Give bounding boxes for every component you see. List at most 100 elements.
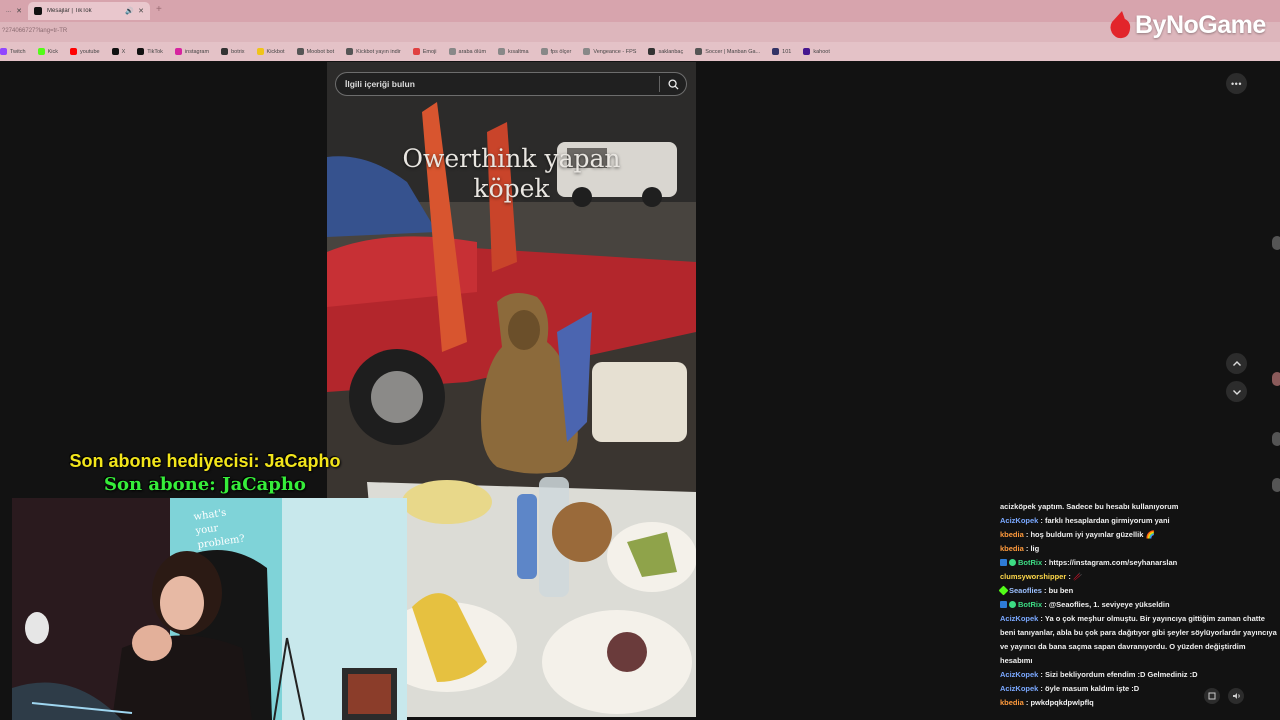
chat-message: AcizKopek : Sizi bekliyordum efendim :D …: [1000, 670, 1198, 679]
address-bar[interactable]: ?274066727?lang=tr-TR: [0, 22, 1280, 42]
chat-text: farklı hesaplardan girmiyorum yani: [1045, 516, 1170, 525]
bookmark-item[interactable]: fps ölçer: [540, 48, 571, 55]
caption-line-1: Owerthink yapan: [402, 144, 621, 173]
chat-username[interactable]: clumsyworshipper: [1000, 572, 1066, 581]
webcam-feed: what's your problem?: [12, 498, 407, 720]
last-gifter-text: Son abone hediyecisi: JaCapho: [69, 451, 341, 471]
last-subscriber-text: Son abone: JaCapho: [104, 474, 306, 495]
bookmark-item[interactable]: Moobot bot: [296, 48, 335, 55]
chat-text: bu ben: [1048, 586, 1074, 595]
speaker-icon[interactable]: 🔊: [125, 7, 134, 15]
previous-video-button[interactable]: [1226, 353, 1247, 374]
pip-button[interactable]: [1204, 688, 1220, 704]
bookmark-item[interactable]: Twitch: [0, 48, 26, 55]
volume-button[interactable]: [1228, 688, 1244, 704]
chat-text: Sizi bekliyordum efendim :D Gelmediniz :…: [1045, 670, 1198, 679]
edge-avatar[interactable]: [1272, 478, 1280, 492]
bookmark-item[interactable]: Soccer | Manban Ga...: [695, 48, 760, 55]
chat-message: kbedia : hoş buldum iyi yayınlar güzelli…: [1000, 530, 1155, 539]
browser-tab-previous[interactable]: ... ✕: [0, 2, 28, 20]
bookmark-item[interactable]: X: [111, 48, 125, 55]
edge-avatar[interactable]: [1272, 372, 1280, 386]
bookmarks-bar: Twitch Kick youtube X TikTok instagram botrix K…: [0, 42, 1280, 61]
bookmark-favicon-icon: [221, 48, 229, 55]
chat-panel: acizköpek yaptım. Sadece bu hesabı kulla…: [998, 500, 1280, 720]
close-icon[interactable]: ✕: [16, 7, 22, 15]
chat-message: AcizKopek : farklı hesaplardan girmiyoru…: [1000, 516, 1170, 525]
more-icon: •••: [1231, 78, 1242, 89]
search-icon: [667, 78, 679, 90]
bookmark-item[interactable]: youtube: [69, 48, 100, 55]
bookmark-favicon-icon: [498, 48, 506, 55]
chat-username[interactable]: AcizKopek: [1000, 516, 1038, 525]
bookmark-item[interactable]: 101: [772, 48, 791, 55]
bookmark-label: Emoji: [422, 48, 437, 55]
bookmark-label: Kick: [47, 48, 58, 55]
chat-username[interactable]: kbedia: [1000, 544, 1024, 553]
bookmark-favicon-icon: [111, 48, 119, 55]
bookmark-item[interactable]: kahoot: [803, 48, 830, 55]
bookmark-item[interactable]: TikTok: [137, 48, 163, 55]
tab-title: Mesajlar | TikTok: [47, 8, 92, 14]
chat-username[interactable]: Seaoflies: [1009, 586, 1042, 595]
bookmark-label: Vengeance - FPS: [593, 48, 637, 55]
bookmark-label: Kickbot yayın indir: [356, 48, 401, 55]
video-caption: Owerthink yapan köpek: [327, 144, 696, 204]
bookmark-item[interactable]: botrix: [221, 48, 245, 55]
chat-text: Ya o çok meşhur olmuştu. Bir yayıncıya g…: [1000, 614, 1277, 665]
caption-line-2: köpek: [473, 174, 550, 203]
bookmark-favicon-icon: [137, 48, 145, 55]
bookmark-item[interactable]: kısaltma: [498, 48, 529, 55]
search-bar[interactable]: İlgili içeriği bulun: [335, 72, 687, 96]
search-input[interactable]: İlgili içeriği bulun: [336, 79, 659, 89]
tab-title: ...: [6, 8, 12, 14]
bot-badge-icon: [1000, 559, 1007, 566]
bookmark-label: kısaltma: [508, 48, 529, 55]
chat-text: @Seaoflies, 1. seviyeye yükseldin: [1048, 600, 1170, 609]
more-options-button[interactable]: •••: [1226, 73, 1247, 94]
bookmark-item[interactable]: Emoji: [412, 48, 437, 55]
new-tab-button[interactable]: +: [156, 4, 162, 15]
chat-username[interactable]: BotRix: [1018, 600, 1042, 609]
bookmark-label: youtube: [79, 48, 100, 55]
bookmark-favicon-icon: [695, 48, 703, 55]
edge-avatar[interactable]: [1272, 432, 1280, 446]
bookmark-item[interactable]: saklanbaç: [648, 48, 683, 55]
chat-message: BotRix : @Seaoflies, 1. seviyeye yükseld…: [998, 598, 1280, 612]
bookmark-item[interactable]: araba ölüm: [448, 48, 486, 55]
bookmark-favicon-icon: [69, 48, 77, 55]
bookmark-item[interactable]: instagram: [174, 48, 209, 55]
next-video-button[interactable]: [1226, 381, 1247, 402]
bookmark-label: Kickbot: [266, 48, 285, 55]
chat-text: pwkdpqkdpwlpflq: [1030, 698, 1094, 707]
bookmark-label: Soccer | Manban Ga...: [705, 48, 761, 55]
chat-username[interactable]: AcizKopek: [1000, 684, 1038, 693]
search-button[interactable]: [660, 72, 686, 96]
chat-controls: [1204, 688, 1244, 704]
bookmark-item[interactable]: Kick: [37, 48, 58, 55]
bookmark-label: Moobot bot: [306, 48, 335, 55]
chat-username[interactable]: kbedia: [1000, 698, 1024, 707]
chat-username[interactable]: AcizKopek: [1000, 614, 1038, 623]
chat-username[interactable]: BotRix: [1018, 558, 1042, 567]
chat-username[interactable]: AcizKopek: [1000, 670, 1038, 679]
bynogame-watermark: ByNoGame: [1108, 8, 1266, 42]
chat-message: BotRix : https://instagram.com/seyhanars…: [998, 556, 1280, 570]
close-icon[interactable]: ✕: [138, 7, 144, 15]
chat-text: hoş buldum iyi yayınlar güzellik 🌈: [1030, 530, 1155, 539]
bookmark-favicon-icon: [296, 48, 304, 55]
bookmark-item[interactable]: Kickbot: [256, 48, 285, 55]
edge-avatar[interactable]: [1272, 236, 1280, 250]
chat-username[interactable]: kbedia: [1000, 530, 1024, 539]
bookmark-item[interactable]: Kickbot yayın indir: [346, 48, 401, 55]
subscriber-badge-icon: [998, 585, 1009, 596]
address-url: ?274066727?lang=tr-TR: [2, 28, 68, 34]
bookmark-favicon-icon: [174, 48, 182, 55]
bynogame-logo-text: ByNoGame: [1135, 10, 1266, 39]
bookmark-item[interactable]: Vengeance - FPS: [583, 48, 636, 55]
bookmark-label: kahoot: [813, 48, 830, 55]
chat-text: öyle masum kaldım işte :D: [1045, 684, 1140, 693]
bookmark-favicon-icon: [583, 48, 591, 55]
browser-tab-active[interactable]: Mesajlar | TikTok 🔊 ✕: [28, 2, 150, 20]
chat-message: kbedia : lig: [1000, 544, 1040, 553]
